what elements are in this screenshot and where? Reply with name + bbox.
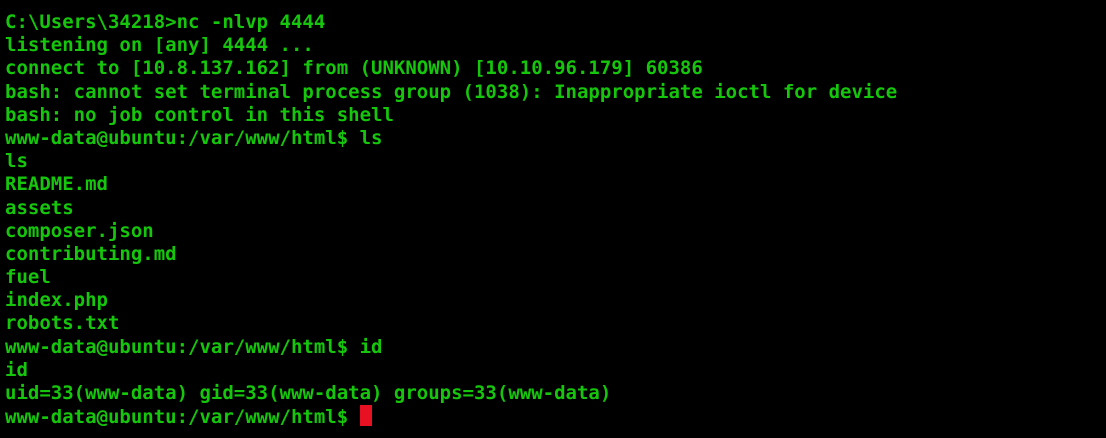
terminal-line-output: bash: no job control in this shell (5, 103, 394, 126)
terminal-window[interactable]: C:\Users\34218>nc -nlvp 4444 listening o… (0, 0, 1106, 438)
terminal-line-file: robots.txt (5, 312, 120, 335)
terminal-input-line[interactable]: www-data@ubuntu:/var/www/html$ (5, 405, 1106, 428)
terminal-line-output: listening on [any] 4444 ... (5, 34, 314, 57)
terminal-line-prompt: www-data@ubuntu:/var/www/html$ id (5, 335, 383, 358)
terminal-line-file: contributing.md (5, 242, 177, 265)
terminal-line-file: fuel (5, 266, 51, 289)
terminal-line-file: assets (5, 196, 74, 219)
terminal-line-file: README.md (5, 173, 108, 196)
terminal-line-command: C:\Users\34218>nc -nlvp 4444 (5, 11, 326, 33)
terminal-line-file: index.php (5, 289, 108, 312)
terminal-line-output: uid=33(www-data) gid=33(www-data) groups… (5, 382, 612, 404)
terminal-line-prompt: www-data@ubuntu:/var/www/html$ ls (5, 126, 383, 149)
terminal-line-output: ls (5, 150, 28, 173)
terminal-line-output: id (5, 358, 28, 381)
terminal-current-prompt: www-data@ubuntu:/var/www/html$ (5, 406, 360, 429)
terminal-line-output: connect to [10.8.137.162] from (UNKNOWN)… (5, 57, 703, 80)
terminal-line-output: bash: cannot set terminal process group … (5, 80, 898, 103)
terminal-line-file: composer.json (5, 219, 154, 242)
terminal-cursor[interactable] (359, 405, 372, 427)
